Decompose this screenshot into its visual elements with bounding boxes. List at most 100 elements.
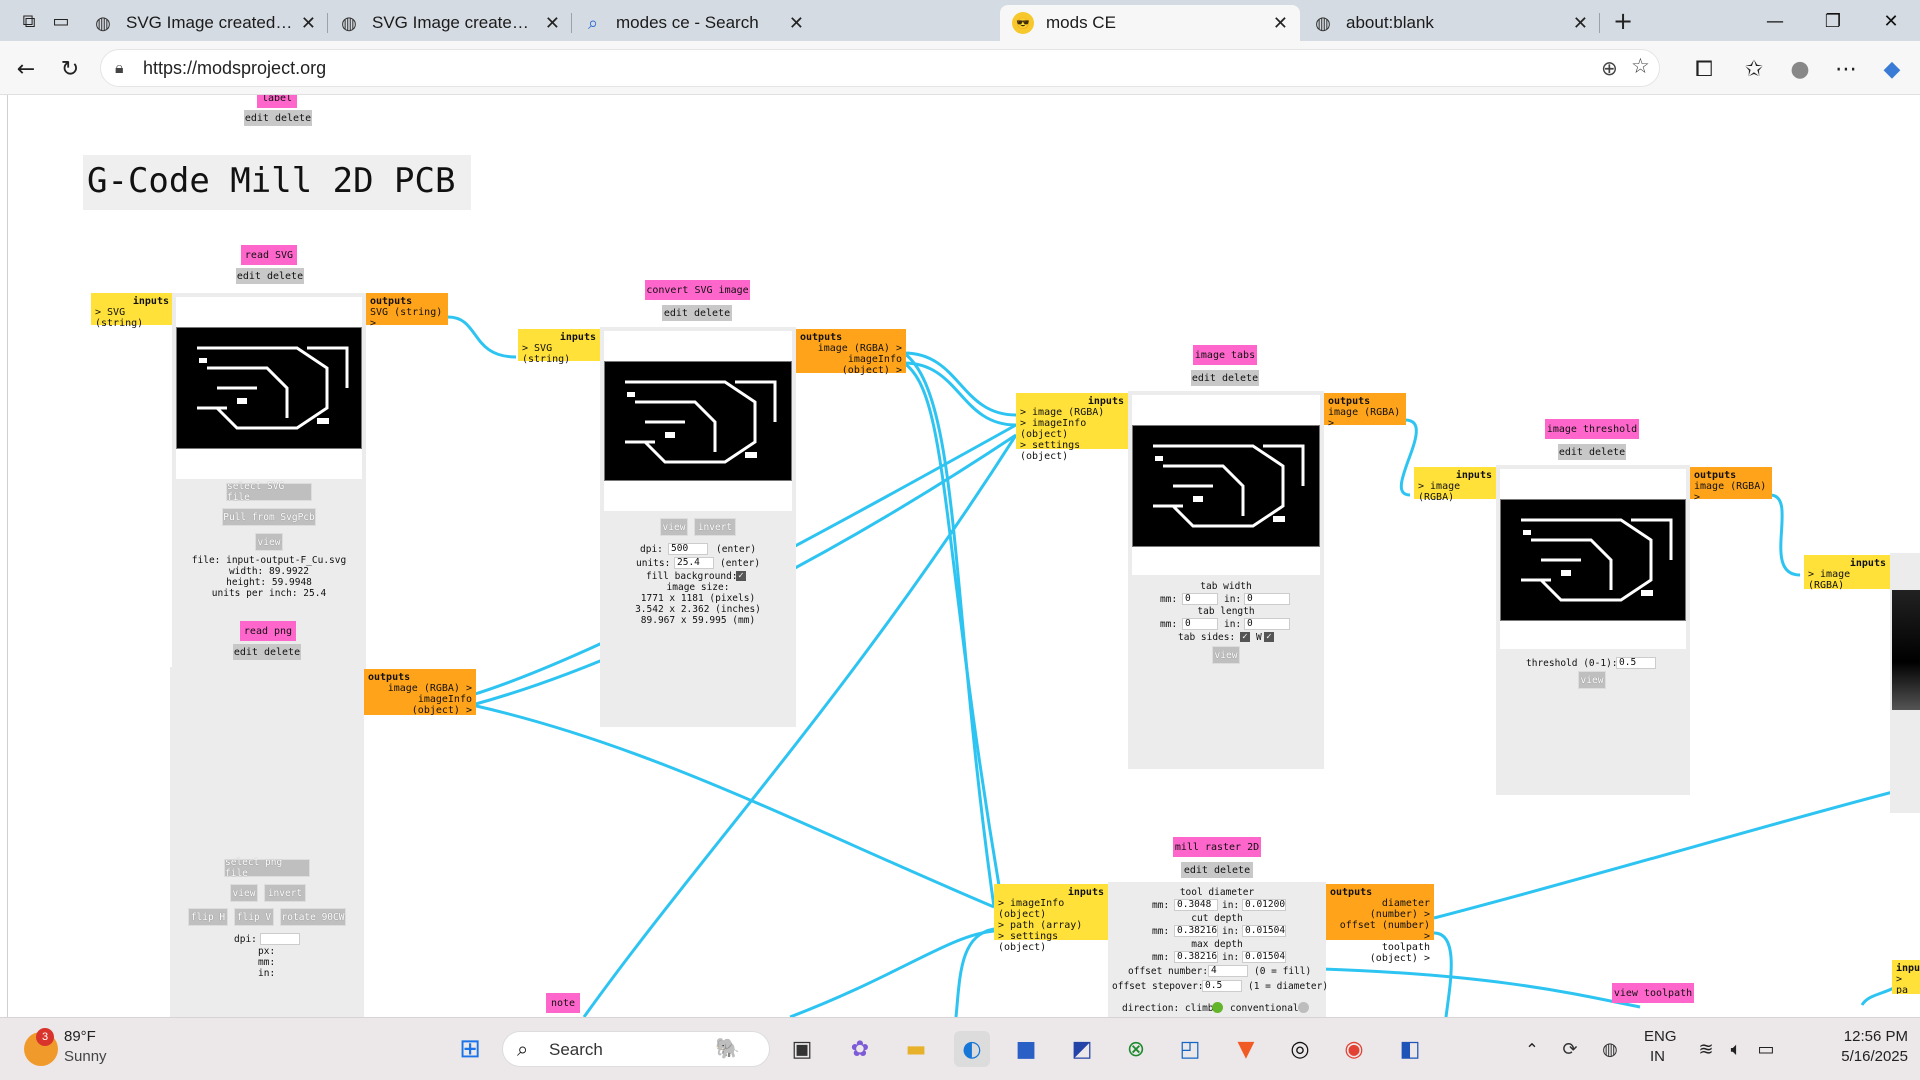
view-button[interactable]: view [255, 533, 283, 551]
browser-tab-1[interactable]: ◍SVG Image created as input-outp✕ [80, 5, 328, 41]
output-port[interactable]: imageInfo (object) > [800, 354, 902, 376]
close-tab-icon[interactable]: ✕ [545, 13, 560, 34]
xbox-icon[interactable]: ⊗ [1118, 1031, 1154, 1067]
input-port[interactable]: > path (array) [998, 920, 1104, 931]
output-port[interactable]: SVG (string) > [370, 307, 444, 329]
note-title[interactable]: note [546, 993, 580, 1013]
input-port[interactable]: > settings (object) [998, 931, 1104, 953]
rotate-90cw-button[interactable]: rotate 90CW [280, 908, 346, 926]
max-depth-mm-input[interactable]: 0.38216 [1174, 951, 1218, 963]
file-explorer-icon[interactable]: ▬ [898, 1031, 934, 1067]
edge-browser-icon[interactable]: ◐ [954, 1031, 990, 1067]
read-svg-actions[interactable]: edit delete [236, 268, 304, 284]
climb-radio[interactable] [1212, 1002, 1223, 1013]
windows-start-icon[interactable]: ⊞ [452, 1031, 488, 1067]
extensions-icon[interactable]: ⧠ [1688, 53, 1720, 85]
input-region[interactable]: IN [1650, 1048, 1665, 1065]
tab-side-w-checkbox[interactable]: ✓ [1264, 632, 1274, 642]
battery-icon[interactable]: ▭ [1748, 1031, 1784, 1067]
input-port[interactable]: > SVG (string) [522, 343, 596, 365]
read-png-title[interactable]: read png [240, 621, 296, 641]
tab-side-e-checkbox[interactable]: ✓ [1240, 632, 1250, 642]
copilot-app-icon[interactable]: ✿ [842, 1031, 878, 1067]
select-svg-file-button[interactable]: select SVG file [226, 481, 312, 503]
output-port[interactable]: imageInfo (object) > [368, 694, 472, 716]
threshold-input[interactable]: 0.5 [1616, 657, 1656, 669]
input-port[interactable]: > imageInfo (object) [1020, 418, 1124, 440]
conventional-radio[interactable] [1298, 1002, 1309, 1013]
offset-number-input[interactable]: 4 [1208, 965, 1248, 977]
image-tabs-title[interactable]: image tabs [1193, 345, 1257, 365]
browser-tab-3[interactable]: ⌕ modes ce - Search ✕ [570, 5, 816, 41]
output-port[interactable]: diameter (number) > [1330, 898, 1430, 920]
outlook-icon[interactable]: ◰ [1172, 1031, 1208, 1067]
output-port[interactable]: toolpath (object) > [1330, 942, 1430, 964]
input-port[interactable]: > pa [1896, 974, 1916, 994]
invert-button[interactable]: invert [694, 518, 736, 536]
input-port[interactable]: > SVG (string) [95, 307, 169, 329]
back-icon[interactable]: ← [10, 53, 42, 85]
input-port[interactable]: > image (RGBA) [1808, 569, 1886, 591]
vertical-tabs-icon[interactable]: ▭ [46, 8, 76, 34]
image-threshold-title[interactable]: image threshold [1545, 419, 1639, 439]
chrome-icon[interactable]: ◉ [1336, 1031, 1372, 1067]
output-port[interactable]: image (RGBA) > [1694, 481, 1768, 503]
browser-tab-2[interactable]: ◍SVG Image created as input-outp✕ [326, 5, 572, 41]
max-depth-in-input[interactable]: 0.01504 [1242, 951, 1286, 963]
input-port[interactable]: > settings (object) [1020, 440, 1124, 462]
label-module-title[interactable]: label [257, 95, 297, 108]
more-menu-icon[interactable]: ⋯ [1830, 53, 1862, 85]
tab-width-in-input[interactable]: 0 [1244, 593, 1290, 605]
flip-v-button[interactable]: flip V [234, 908, 274, 926]
read-png-actions[interactable]: edit delete [233, 644, 301, 660]
dpi-input[interactable]: 500 [668, 543, 708, 555]
refresh-icon[interactable]: ↻ [54, 53, 86, 85]
image-threshold-actions[interactable]: edit delete [1558, 444, 1626, 460]
offset-stepover-input[interactable]: 0.5 [1202, 980, 1242, 992]
task-view-icon[interactable]: ▣ [784, 1031, 820, 1067]
pull-from-svgpcb-button[interactable]: Pull from SvgPcb [222, 508, 316, 526]
show-hidden-icons-chevron-icon[interactable]: ⌃ [1514, 1031, 1550, 1067]
minimize-icon[interactable]: — [1752, 6, 1798, 36]
mill-raster-title[interactable]: mill raster 2D [1173, 837, 1261, 857]
app-dark-icon[interactable]: ◎ [1282, 1031, 1318, 1067]
tool-diameter-in-input[interactable]: 0.01200 [1242, 899, 1286, 911]
view-toolpath-title[interactable]: view toolpath [1612, 983, 1694, 1003]
input-port[interactable]: > image (RGBA) [1020, 407, 1124, 418]
output-port[interactable]: image (RGBA) > [1328, 407, 1402, 429]
browser-tab-4-active[interactable]: 😎 mods CE ✕ [1000, 5, 1300, 41]
app-m-icon[interactable]: ◩ [1064, 1031, 1100, 1067]
clock-time[interactable]: 12:56 PM [1808, 1028, 1908, 1045]
store-icon[interactable]: ■ [1008, 1031, 1044, 1067]
profile-avatar-icon[interactable]: ● [1784, 53, 1816, 85]
view-button[interactable]: view [1212, 646, 1240, 664]
close-tab-icon[interactable]: ✕ [301, 13, 316, 34]
output-port[interactable]: image (RGBA) > [800, 343, 902, 354]
taskbar-search-box[interactable]: ⌕ Search 🐘 [502, 1031, 770, 1067]
read-svg-title[interactable]: read SVG [241, 245, 297, 265]
network-globe-icon[interactable]: ◍ [1592, 1031, 1628, 1067]
copilot-icon[interactable]: ◆ [1876, 53, 1908, 85]
view-button[interactable]: view [1578, 671, 1606, 689]
mods-canvas[interactable]: label edit delete G-Code Mill 2D PCB rea… [0, 95, 1920, 1017]
fill-background-checkbox[interactable]: ✓ [736, 571, 746, 581]
tab-length-in-input[interactable]: 0 [1244, 618, 1290, 630]
sync-icon[interactable]: ⟳ [1552, 1031, 1588, 1067]
close-tab-icon[interactable]: ✕ [789, 13, 804, 34]
tab-length-mm-input[interactable]: 0 [1182, 618, 1218, 630]
zoom-icon[interactable]: ⊕ [1601, 56, 1618, 80]
browser-tab-5[interactable]: ◍ about:blank ✕ [1300, 5, 1600, 41]
convert-svg-actions[interactable]: edit delete [662, 305, 732, 321]
tab-width-mm-input[interactable]: 0 [1182, 593, 1218, 605]
cut-depth-mm-input[interactable]: 0.38216 [1174, 925, 1218, 937]
input-port[interactable]: > imageInfo (object) [998, 898, 1104, 920]
flip-h-button[interactable]: flip H [188, 908, 228, 926]
output-port[interactable]: offset (number) > [1330, 920, 1430, 942]
input-language[interactable]: ENG [1644, 1028, 1677, 1045]
invert-button[interactable]: invert [264, 884, 306, 902]
tool-diameter-mm-input[interactable]: 0.3048 [1174, 899, 1218, 911]
png-dpi-input[interactable] [260, 933, 300, 945]
new-tab-icon[interactable]: + [1608, 7, 1638, 35]
clock-date[interactable]: 5/16/2025 [1808, 1048, 1908, 1065]
units-input[interactable]: 25.4 [674, 557, 714, 569]
